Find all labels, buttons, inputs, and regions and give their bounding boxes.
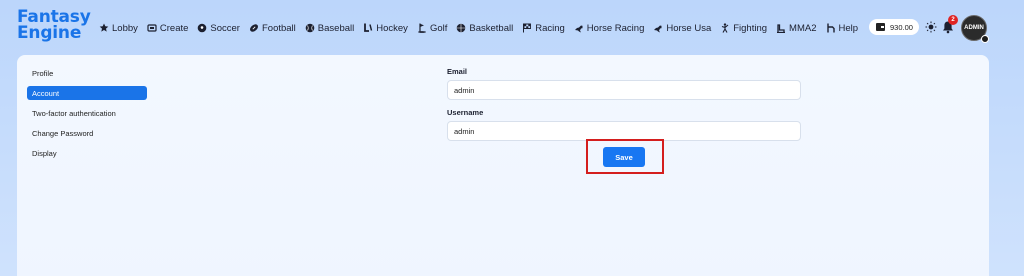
- nav-label: Horse Usa: [666, 22, 712, 34]
- hockey-stick-icon: [364, 23, 373, 32]
- username-label: Username: [447, 108, 484, 117]
- create-icon: [147, 24, 157, 32]
- sidebar-item-profile[interactable]: Profile: [27, 66, 147, 80]
- nav-item-fighting[interactable]: Fighting: [720, 23, 767, 34]
- football-icon: [250, 24, 258, 32]
- nav-item-horse-usa[interactable]: Horse Usa: [653, 23, 711, 34]
- wallet-balance[interactable]: 930.00: [869, 19, 919, 35]
- app-logo[interactable]: Fantasy Engine: [17, 9, 91, 43]
- nav-item-horse-racing[interactable]: Horse Racing: [574, 22, 645, 34]
- notification-badge: 2: [948, 15, 958, 25]
- nav-label: Basketball: [469, 22, 514, 34]
- nav-label: Racing: [535, 22, 565, 34]
- nav-label: Hockey: [376, 22, 408, 34]
- nav-item-help[interactable]: Help: [826, 22, 859, 34]
- nav-item-football[interactable]: Football: [249, 23, 296, 34]
- horse-icon: [574, 25, 583, 33]
- racing-flag-icon: [523, 23, 532, 33]
- save-button[interactable]: Save: [603, 147, 645, 167]
- nav-label: MMA2: [789, 22, 817, 34]
- email-label: Email: [447, 67, 468, 76]
- nav-label: Golf: [429, 22, 448, 34]
- sidebar-item-change-password[interactable]: Change Password: [27, 126, 147, 140]
- nav-item-mma2[interactable]: MMA2: [776, 22, 817, 34]
- golf-icon: [417, 23, 426, 33]
- mma-icon: [777, 24, 786, 33]
- nav-label: Horse Racing: [586, 22, 645, 34]
- wallet-icon: [876, 23, 885, 31]
- nav-label: Football: [261, 22, 296, 34]
- avatar-chevron-icon[interactable]: [981, 35, 989, 43]
- nav-label: Create: [159, 22, 189, 34]
- nav-item-basketball[interactable]: Basketball: [456, 23, 513, 34]
- nav-label: Baseball: [317, 22, 355, 34]
- balance-amount: 930.00: [890, 22, 913, 32]
- sidebar-item-account[interactable]: Account: [27, 86, 147, 100]
- nav-label: Soccer: [210, 22, 240, 34]
- baseball-icon: [305, 23, 315, 33]
- nav-item-baseball[interactable]: Baseball: [305, 23, 354, 34]
- nav-label: Help: [838, 22, 859, 34]
- soccer-ball-icon: [198, 23, 207, 33]
- nav-label: Fighting: [733, 22, 768, 34]
- nav-item-racing[interactable]: Racing: [522, 23, 565, 34]
- username-field[interactable]: [447, 121, 801, 141]
- star-icon: [99, 23, 109, 32]
- nav-item-hockey[interactable]: Hockey: [363, 23, 408, 34]
- nav-item-golf[interactable]: Golf: [417, 23, 447, 34]
- help-icon: [826, 23, 835, 33]
- sidebar-item-display[interactable]: Display: [27, 146, 147, 160]
- email-field[interactable]: [447, 80, 801, 100]
- logo-line2: Engine: [17, 23, 82, 43]
- fighting-icon: [722, 23, 729, 33]
- basketball-icon: [457, 23, 466, 33]
- main-nav: Lobby Create Soccer Football Baseball Ho…: [99, 20, 867, 36]
- nav-item-lobby[interactable]: Lobby: [99, 23, 138, 34]
- theme-toggle-sun-icon[interactable]: [925, 21, 937, 33]
- horse-icon: [654, 25, 663, 33]
- nav-item-create[interactable]: Create: [147, 22, 189, 34]
- sidebar-item-two-factor[interactable]: Two-factor authentication: [27, 106, 147, 120]
- top-header: Fantasy Engine Lobby Create Soccer Footb…: [0, 0, 1024, 56]
- settings-sidebar: Profile Account Two-factor authenticatio…: [27, 66, 147, 166]
- nav-label: Lobby: [112, 22, 138, 34]
- settings-card: Profile Account Two-factor authenticatio…: [17, 55, 989, 276]
- nav-item-soccer[interactable]: Soccer: [197, 23, 240, 34]
